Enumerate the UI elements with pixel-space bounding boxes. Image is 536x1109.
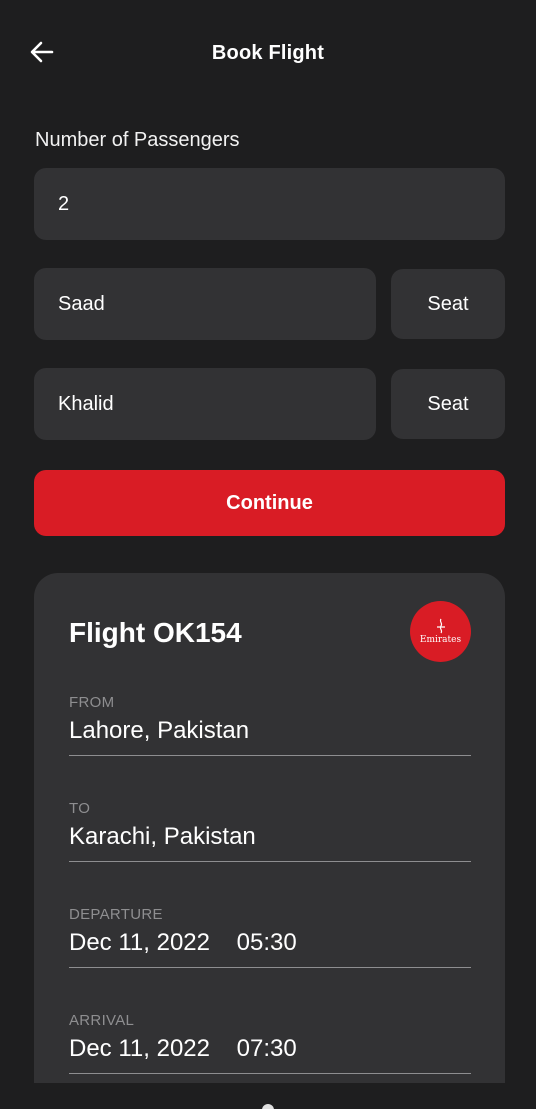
- arrival-value: Dec 11, 2022 07:30: [69, 1035, 471, 1074]
- passengers-label: Number of Passengers: [35, 129, 240, 151]
- page-title: Book Flight: [211, 42, 325, 64]
- seat-button-2[interactable]: Seat: [391, 369, 505, 439]
- departure-label: DEPARTURE: [69, 906, 163, 923]
- arrival-label: ARRIVAL: [69, 1012, 135, 1029]
- app-header: Book Flight: [0, 0, 536, 108]
- home-indicator: [262, 1104, 274, 1109]
- continue-button[interactable]: Continue: [34, 470, 505, 536]
- emirates-emblem-icon: [436, 618, 445, 634]
- seat-button-1[interactable]: Seat: [391, 269, 505, 339]
- airline-logo-text: Emirates: [419, 635, 462, 645]
- departure-value: Dec 11, 2022 05:30: [69, 929, 471, 968]
- passenger-name-field-2[interactable]: [34, 368, 376, 440]
- departure-field[interactable]: DEPARTURE Dec 11, 2022 05:30: [69, 906, 471, 968]
- emirates-logo: Emirates: [410, 601, 471, 662]
- passenger-name-field-1[interactable]: [34, 268, 376, 340]
- from-label: FROM: [69, 694, 115, 711]
- passenger-count-field[interactable]: [34, 168, 505, 240]
- flight-title: Flight OK154: [69, 617, 242, 648]
- passenger-count-input[interactable]: [58, 192, 505, 216]
- from-value: Lahore, Pakistan: [69, 717, 471, 756]
- from-field[interactable]: FROM Lahore, Pakistan: [69, 694, 471, 756]
- arrival-field[interactable]: ARRIVAL Dec 11, 2022 07:30: [69, 1012, 471, 1074]
- passenger-name-input-2[interactable]: [58, 392, 376, 416]
- to-field[interactable]: TO Karachi, Pakistan: [69, 800, 471, 862]
- passenger-name-input-1[interactable]: [58, 292, 376, 316]
- to-label: TO: [69, 800, 91, 817]
- to-value: Karachi, Pakistan: [69, 823, 471, 862]
- flight-details-card: Flight OK154 Emirates FROM Lahore, Pakis…: [34, 573, 505, 1083]
